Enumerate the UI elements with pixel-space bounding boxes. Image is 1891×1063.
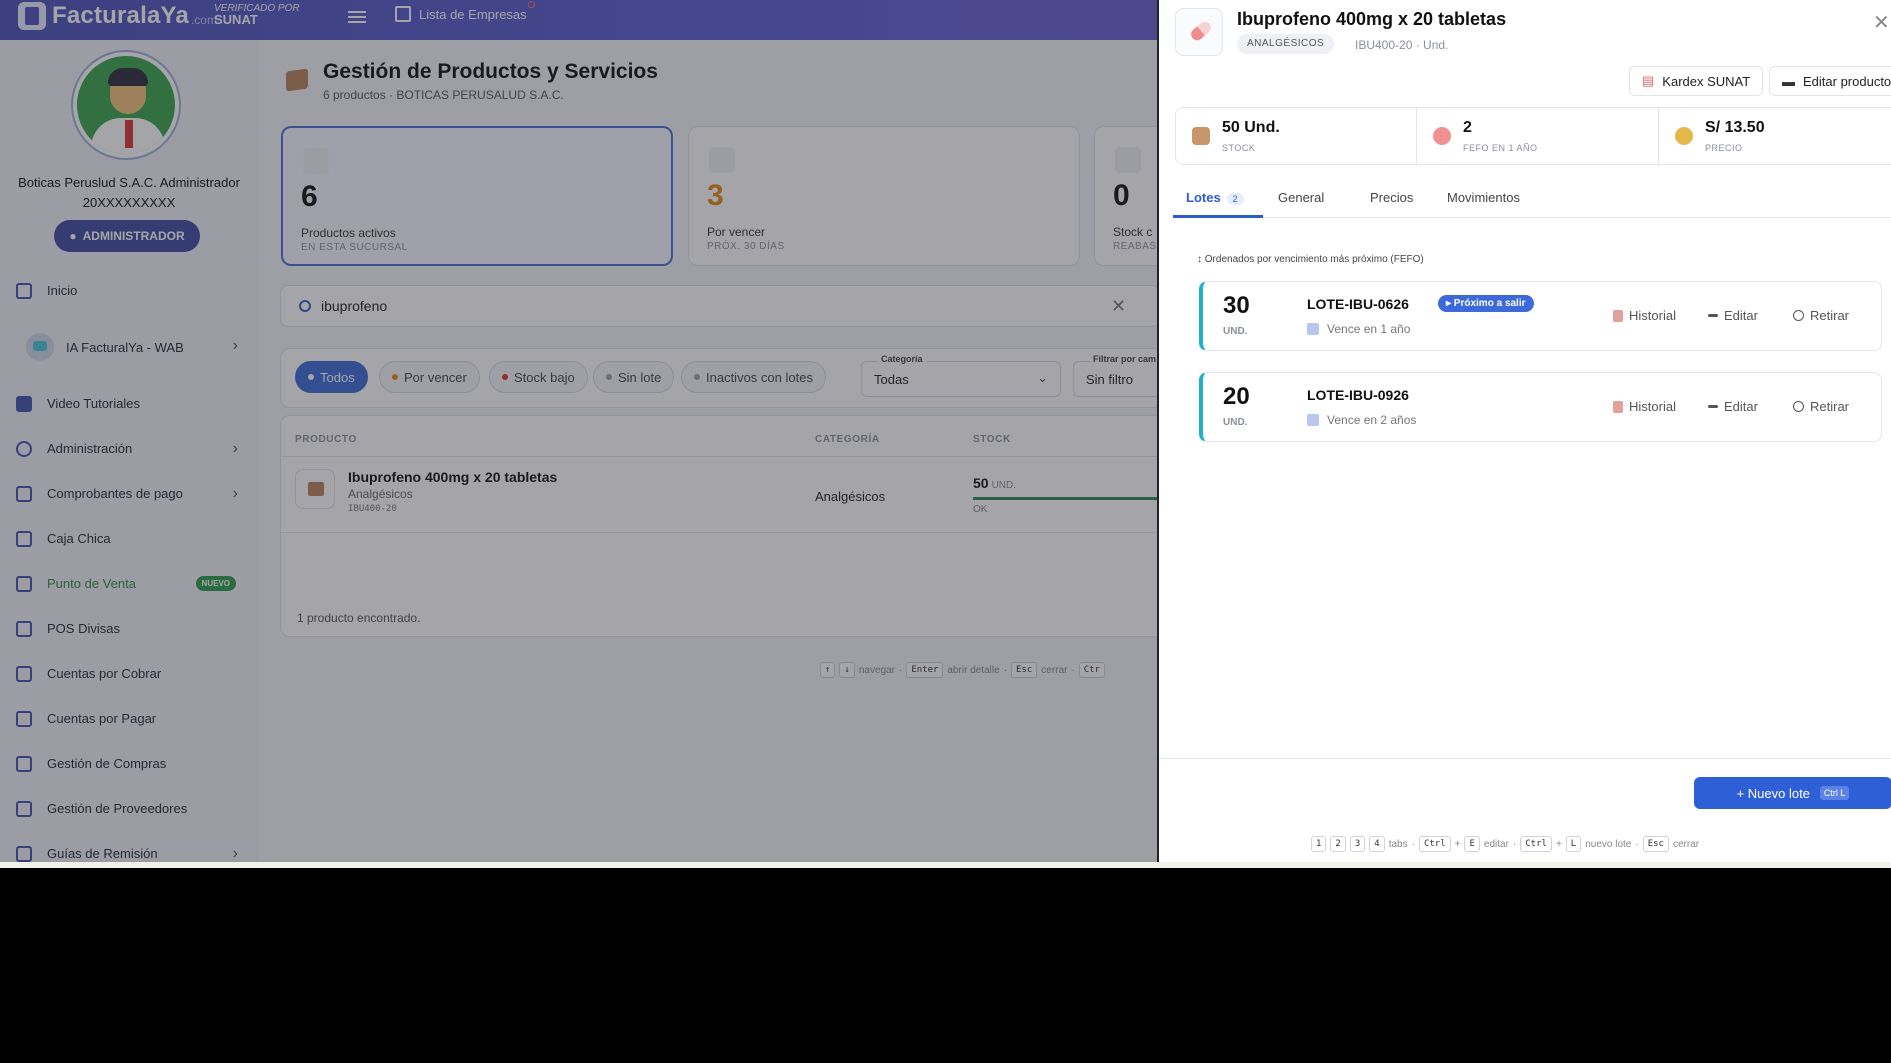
- product-detail-drawer: Ibuprofeno 400mg x 20 tabletas ANALGÉSIC…: [1157, 0, 1891, 862]
- drawer-title: Ibuprofeno 400mg x 20 tabletas: [1237, 9, 1507, 29]
- tab-general[interactable]: General: [1278, 190, 1324, 205]
- money-bag-icon: [1675, 127, 1693, 145]
- stat-precio: S/ 13.50 PRECIO: [1659, 108, 1891, 166]
- lot-name: LOTE-IBU-0626: [1307, 296, 1409, 312]
- drawer-keyboard-hints: 1 2 3 4 tabs · Ctrl + Eeditar · Ctrl + Lnuevo lote…: [1311, 836, 1699, 852]
- tab-lotes[interactable]: Lotes 2: [1186, 190, 1244, 205]
- stat-stock: 50 Und. STOCK: [1176, 108, 1417, 166]
- drawer-footer-divider: [1159, 758, 1891, 759]
- new-lot-label: + Nuevo lote: [1736, 785, 1810, 801]
- lot-name: LOTE-IBU-0926: [1307, 387, 1409, 403]
- history-icon: [1613, 400, 1623, 413]
- calendar-icon: [1307, 414, 1319, 426]
- pencil-icon: [1708, 405, 1718, 408]
- fefo-note: ↕ Ordenados por vencimiento más próximo …: [1197, 254, 1424, 265]
- lot-edit-button[interactable]: Editar: [1708, 308, 1758, 323]
- remove-icon: [1793, 310, 1804, 321]
- active-tab-indicator: [1173, 215, 1263, 218]
- close-icon[interactable]: ✕: [1873, 10, 1890, 35]
- pill-icon: [1433, 127, 1451, 145]
- modal-backdrop[interactable]: [0, 0, 1157, 862]
- pencil-icon: [1708, 314, 1718, 317]
- lot-history-button[interactable]: Historial: [1613, 399, 1676, 414]
- empty-screen-area: [0, 868, 1891, 1063]
- stats-bar: 50 Und. STOCK 2 FEFO EN 1 AÑO S/ 13.50 PREC…: [1175, 107, 1891, 166]
- lot-history-button[interactable]: Historial: [1613, 308, 1676, 323]
- lot-card: 30 UND. LOTE-IBU-0626 ▸ Próximo a salir …: [1199, 281, 1882, 351]
- box-icon: [1192, 127, 1210, 145]
- calendar-icon: [1307, 323, 1319, 335]
- app-window: FacturalaYa .com VERIFICADO POR SUNAT Li…: [0, 0, 1891, 862]
- lot-edit-button[interactable]: Editar: [1708, 399, 1758, 414]
- category-badge: ANALGÉSICOS: [1237, 34, 1335, 54]
- lot-remove-button[interactable]: Retirar: [1793, 308, 1849, 323]
- new-lot-shortcut: Ctrl L: [1819, 786, 1850, 800]
- history-icon: [1613, 309, 1623, 322]
- tab-movimientos[interactable]: Movimientos: [1447, 190, 1520, 205]
- lot-remove-button[interactable]: Retirar: [1793, 399, 1849, 414]
- lot-qty: 30: [1223, 292, 1250, 319]
- lot-expiry: Vence en 2 años: [1307, 413, 1416, 427]
- lot-expiry: Vence en 1 año: [1307, 322, 1410, 336]
- product-code: IBU400-20 · Und.: [1355, 38, 1449, 52]
- lot-unit: UND.: [1223, 417, 1248, 428]
- new-lot-button[interactable]: + Nuevo lote Ctrl L: [1694, 777, 1891, 809]
- pill-icon: [1175, 8, 1223, 56]
- document-icon: ▤: [1642, 73, 1655, 88]
- pencil-icon: ▬: [1782, 73, 1795, 89]
- next-out-badge: ▸ Próximo a salir: [1438, 295, 1534, 312]
- drawer-tabs: Lotes 2 General Precios Movimientos: [1173, 180, 1891, 218]
- lot-unit: UND.: [1223, 326, 1248, 337]
- lot-card: 20 UND. LOTE-IBU-0926 Vence en 2 años Hi…: [1199, 372, 1882, 442]
- stat-fefo: 2 FEFO EN 1 AÑO: [1417, 108, 1659, 166]
- kardex-sunat-button[interactable]: ▤ Kardex SUNAT: [1629, 66, 1764, 96]
- edit-product-button[interactable]: ▬ Editar producto: [1769, 66, 1891, 96]
- tab-precios[interactable]: Precios: [1370, 190, 1413, 205]
- lot-qty: 20: [1223, 383, 1250, 410]
- remove-icon: [1793, 401, 1804, 412]
